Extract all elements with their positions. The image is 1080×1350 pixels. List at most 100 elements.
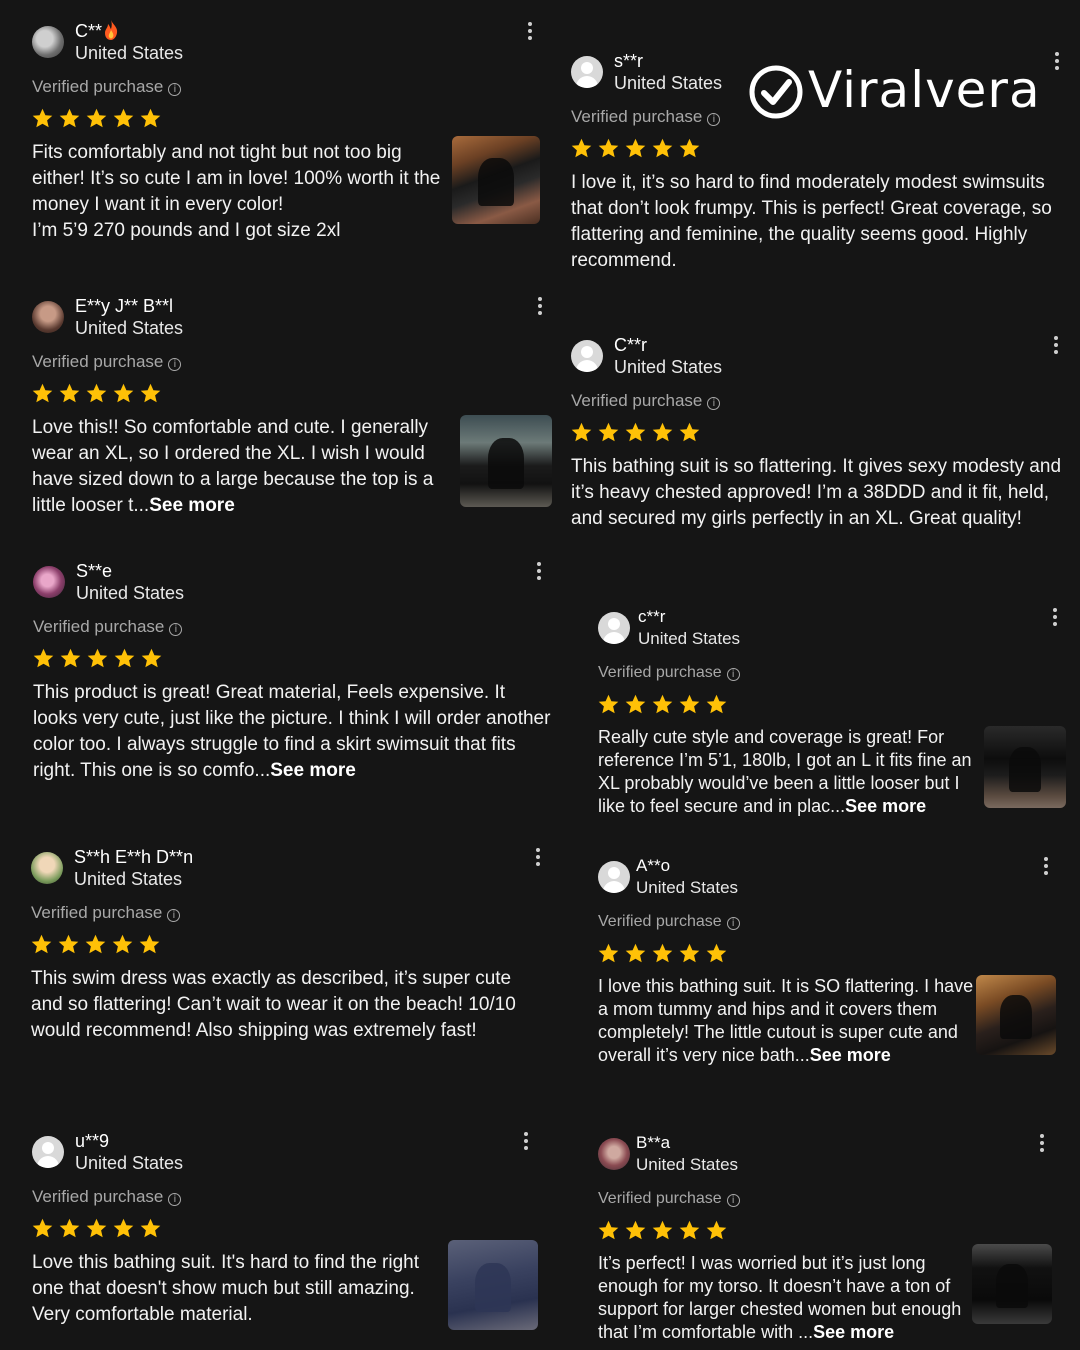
review-photo[interactable]	[976, 975, 1056, 1055]
see-more-link[interactable]: See more	[149, 495, 235, 516]
star-icon	[571, 138, 592, 158]
star-icon	[598, 138, 619, 158]
star-icon	[706, 694, 727, 714]
verified-purchase-label: Verified purchase	[571, 391, 703, 410]
star-icon	[706, 943, 727, 963]
info-icon[interactable]: i	[168, 83, 182, 96]
review-card: C**r United States Verified purchase i Th…	[571, 334, 1066, 532]
star-icon	[652, 943, 673, 963]
star-icon	[598, 943, 619, 963]
see-more-link[interactable]: See more	[810, 1045, 891, 1065]
star-rating	[598, 1220, 1068, 1244]
info-icon[interactable]: i	[168, 358, 182, 371]
see-more-link[interactable]: See more	[813, 1322, 894, 1342]
star-rating	[32, 108, 552, 132]
reviewer-name: s**r	[614, 51, 644, 71]
review-text: This swim dress was exactly as described…	[31, 968, 516, 1041]
avatar[interactable]	[32, 26, 64, 58]
star-icon	[598, 694, 619, 714]
reviewer-country: United States	[75, 43, 184, 63]
verified-purchase-label: Verified purchase	[31, 903, 163, 922]
star-icon	[140, 383, 161, 403]
info-icon[interactable]: i	[168, 1193, 182, 1206]
reviewer-name: c**r	[638, 607, 666, 626]
info-icon[interactable]: i	[726, 917, 740, 930]
avatar[interactable]	[571, 56, 603, 88]
star-icon	[625, 694, 646, 714]
review-card: C** United States Verified purchase i Fit…	[32, 20, 552, 244]
star-icon	[112, 934, 133, 954]
star-icon	[625, 138, 646, 158]
star-icon	[652, 422, 673, 442]
info-icon[interactable]: i	[726, 668, 740, 681]
see-more-link[interactable]: See more	[270, 760, 356, 781]
star-icon	[140, 108, 161, 128]
more-options-icon[interactable]	[535, 295, 545, 319]
verified-purchase-label: Verified purchase	[33, 617, 165, 636]
star-icon	[625, 1220, 646, 1240]
review-photo[interactable]	[972, 1244, 1052, 1324]
avatar[interactable]	[32, 301, 64, 333]
star-icon	[679, 138, 700, 158]
star-icon	[652, 138, 673, 158]
more-options-icon[interactable]	[1052, 50, 1062, 74]
info-icon[interactable]: i	[726, 1194, 740, 1207]
more-options-icon[interactable]	[521, 1130, 531, 1154]
reviewer-country: United States	[76, 583, 185, 603]
more-options-icon[interactable]	[1051, 334, 1061, 358]
avatar[interactable]	[31, 852, 63, 884]
star-icon	[706, 1220, 727, 1240]
more-options-icon[interactable]	[1041, 855, 1051, 879]
review-card: B**a United States Verified purchase i It…	[598, 1132, 1068, 1344]
avatar[interactable]	[598, 861, 630, 893]
info-icon[interactable]: i	[707, 113, 721, 126]
star-icon	[114, 648, 135, 668]
review-text: Love this!! So comfortable and cute. I g…	[32, 417, 434, 516]
review-photo[interactable]	[984, 726, 1066, 808]
more-options-icon[interactable]	[533, 846, 543, 870]
avatar[interactable]	[598, 612, 630, 644]
verified-purchase-label: Verified purchase	[598, 913, 722, 930]
reviewer-country: United States	[636, 878, 739, 897]
more-options-icon[interactable]	[534, 560, 544, 584]
star-rating	[598, 943, 1068, 967]
review-photo[interactable]	[448, 1240, 538, 1330]
reviewer-country: United States	[614, 73, 723, 93]
star-icon	[679, 943, 700, 963]
reviewer-name: S**h E**h D**n	[74, 847, 194, 867]
reviewer-name: C**	[75, 21, 103, 41]
star-rating	[33, 648, 553, 672]
see-more-link[interactable]: See more	[845, 796, 926, 816]
review-card: E**y J** B**l United States Verified pur…	[32, 295, 552, 519]
star-icon	[87, 648, 108, 668]
star-icon	[140, 1218, 161, 1238]
star-icon	[59, 383, 80, 403]
star-rating	[32, 383, 552, 407]
star-icon	[60, 648, 81, 668]
reviewer-country: United States	[638, 629, 741, 648]
avatar[interactable]	[33, 566, 65, 598]
more-options-icon[interactable]	[1050, 606, 1060, 630]
review-photo[interactable]	[452, 136, 540, 224]
reviewer-name: u**9	[75, 1131, 110, 1151]
more-options-icon[interactable]	[525, 20, 535, 44]
star-icon	[86, 383, 107, 403]
review-text: This product is great! Great material, F…	[33, 682, 551, 781]
avatar[interactable]	[32, 1136, 64, 1168]
reviewer-name: B**a	[636, 1133, 671, 1152]
star-icon	[598, 1220, 619, 1240]
review-card: s**r United States Verified purchase i I …	[571, 50, 1066, 274]
info-icon[interactable]: i	[707, 397, 721, 410]
review-photo[interactable]	[460, 415, 552, 507]
review-text: Really cute style and coverage is great!…	[598, 727, 972, 816]
star-icon	[32, 383, 53, 403]
more-options-icon[interactable]	[1037, 1132, 1047, 1156]
star-icon	[679, 422, 700, 442]
info-icon[interactable]: i	[169, 623, 183, 636]
verified-purchase-label: Verified purchase	[598, 664, 722, 681]
info-icon[interactable]: i	[167, 909, 181, 922]
avatar[interactable]	[598, 1138, 630, 1170]
star-rating	[571, 138, 1066, 162]
reviewer-name: S**e	[76, 561, 113, 581]
avatar[interactable]	[571, 340, 603, 372]
